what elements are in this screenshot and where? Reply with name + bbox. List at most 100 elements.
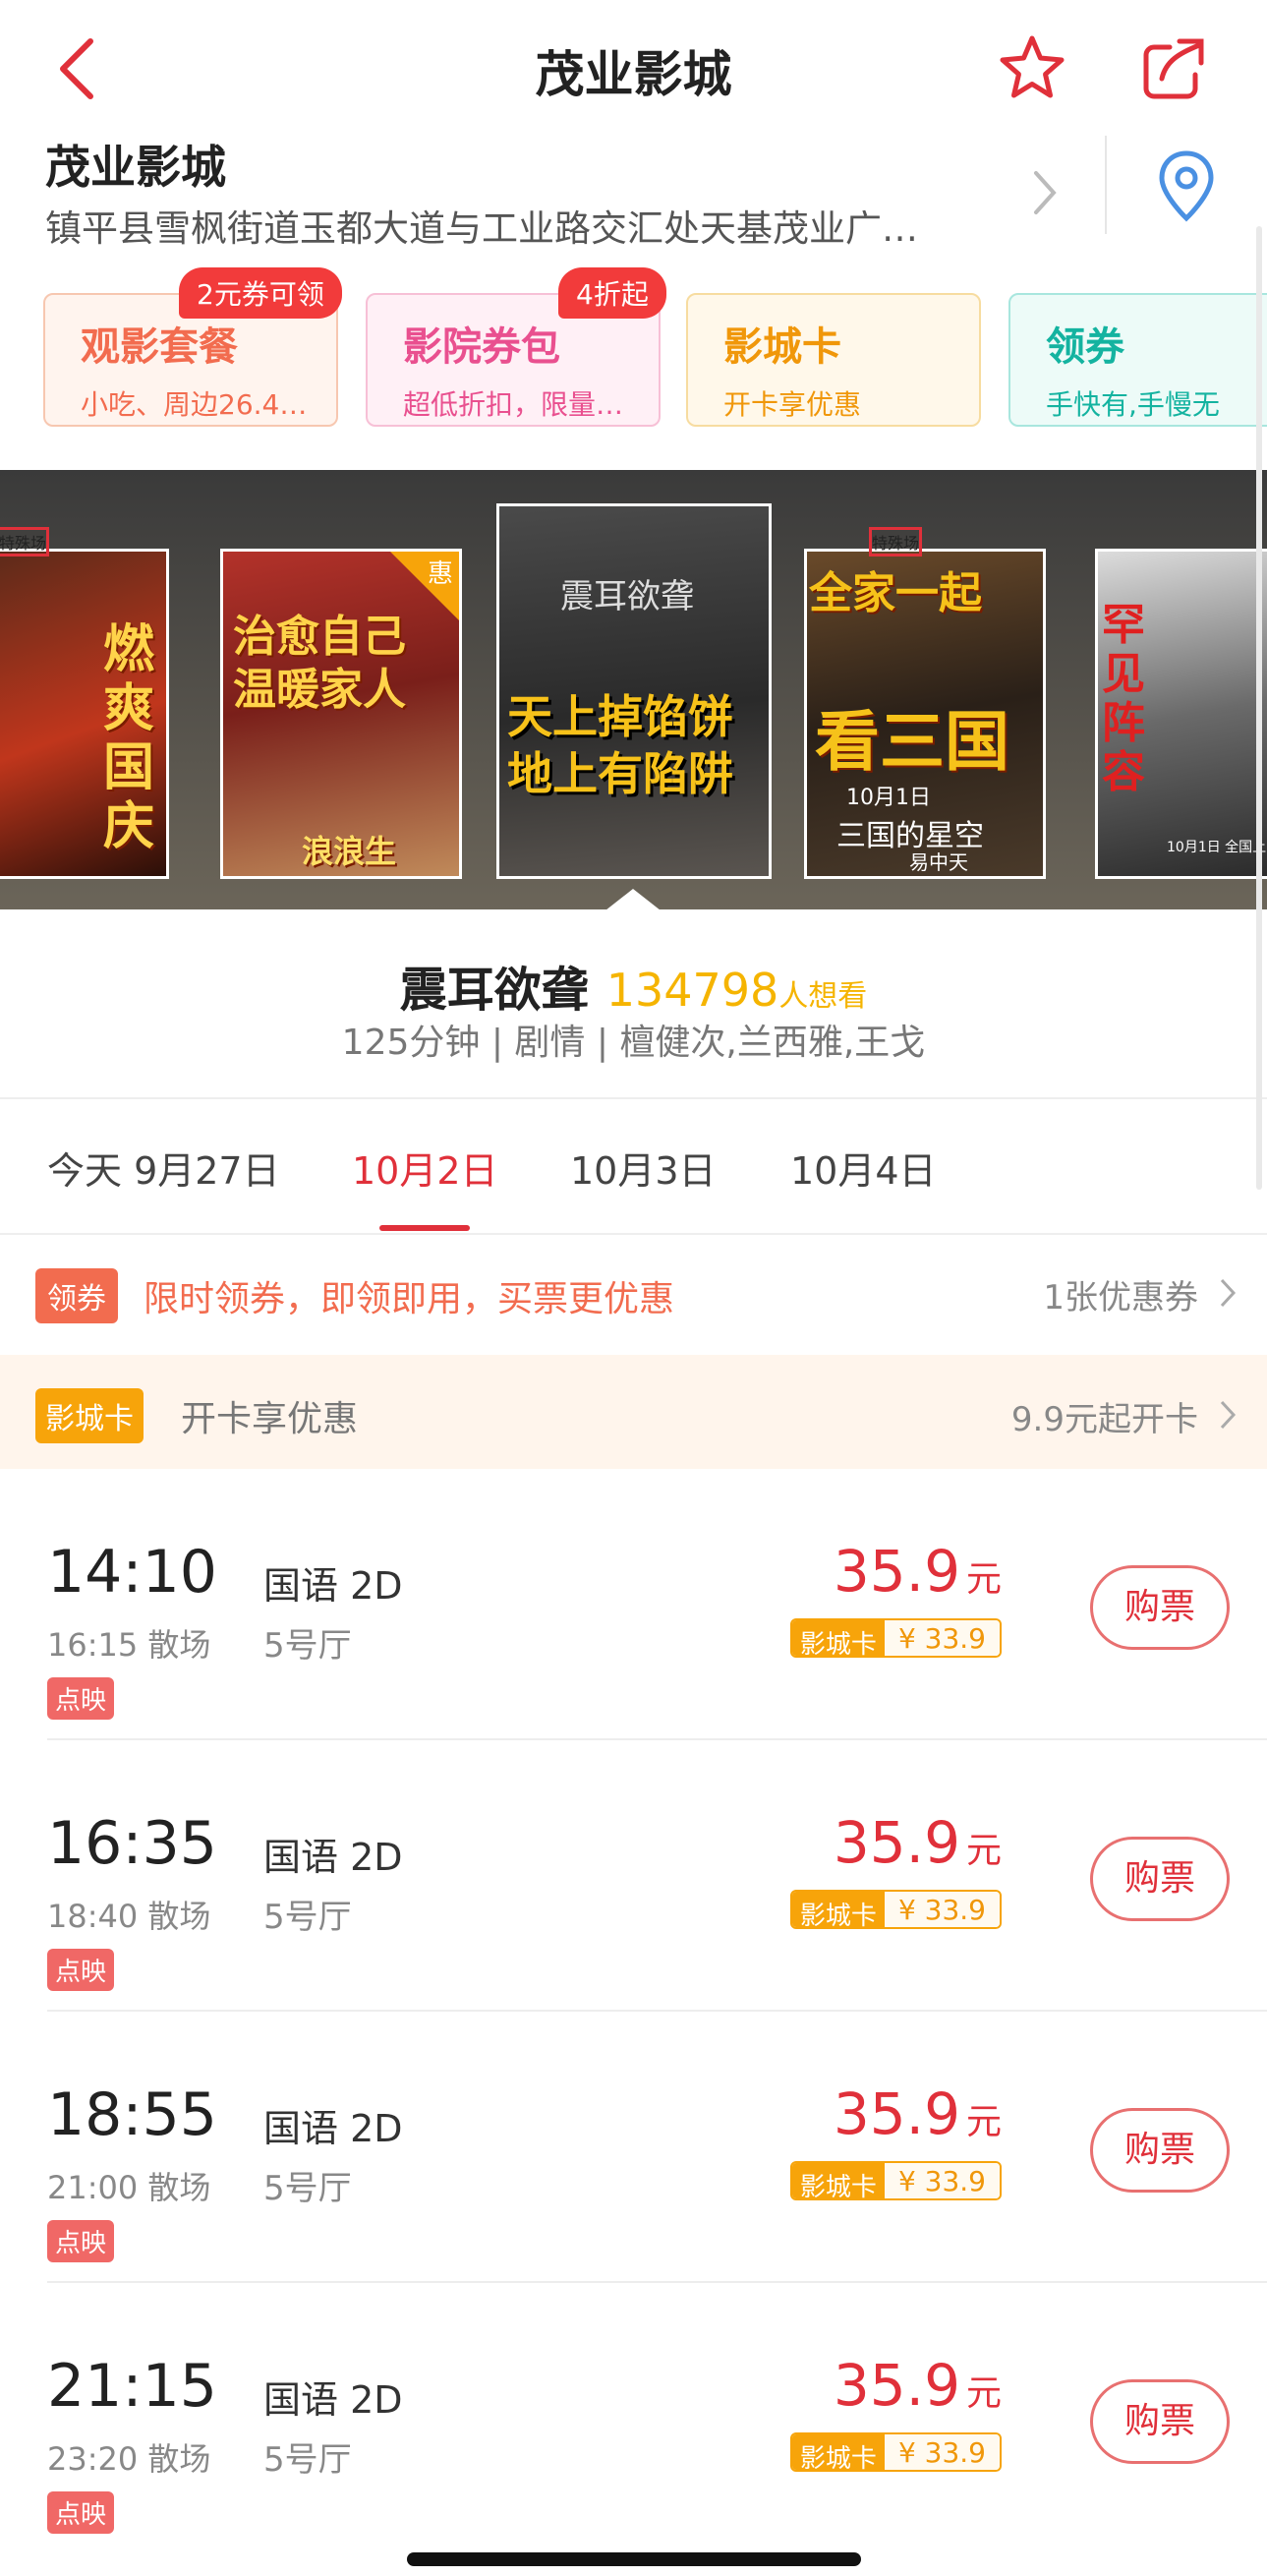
card-subtitle: 小吃、周边26.4…: [81, 388, 308, 421]
tab-date-oct2[interactable]: 10月2日: [352, 1141, 498, 1195]
poster-title-small: 震耳欲聋: [560, 577, 694, 616]
poster-movie-3-selected[interactable]: 震耳欲聋 天上掉馅饼 地上有陷阱: [496, 503, 772, 879]
buy-ticket-button[interactable]: 购票: [1090, 2108, 1230, 2193]
price-value: 35.9: [833, 1809, 960, 1876]
language-format: 国语 2D: [263, 2107, 403, 2150]
tab-date-today[interactable]: 今天 9月27日: [47, 1141, 280, 1195]
card-get-coupon[interactable]: 领券 手快有,手慢无: [1008, 293, 1267, 427]
cinema-card-tag: 影城卡: [35, 1388, 144, 1443]
poster-title: 罕见阵容: [1102, 600, 1145, 797]
poster-movie-1[interactable]: 燃爽国庆: [0, 549, 169, 879]
buy-ticket-button[interactable]: 购票: [1090, 1837, 1230, 1921]
showtime-row[interactable]: 18:55 21:00 散场 点映 国语 2D 5号厅 35.9 元 影城卡 ¥ 3…: [0, 2012, 1267, 2283]
buy-ticket-button[interactable]: 购票: [1090, 1565, 1230, 1650]
star-favorite-icon[interactable]: [998, 33, 1066, 102]
ticket-price: 35.9 元: [834, 2352, 1002, 2419]
movie-meta: 125分钟 | 剧情 | 檀健次,兰西雅,王戈: [341, 1023, 926, 1063]
home-indicator[interactable]: [407, 2552, 861, 2566]
cinema-card-text: 开卡享优惠: [181, 1399, 359, 1439]
page-title: 茂业影城: [535, 46, 732, 103]
poster-movie-4[interactable]: 全家一起 看三国 10月1日 三国的星空 易中天: [804, 549, 1046, 879]
start-time: 18:55: [47, 2080, 217, 2149]
ticket-price: 35.9 元: [834, 1809, 1002, 1876]
movie-title: 震耳欲聋: [399, 963, 589, 1018]
poster-date: 10月1日: [846, 786, 931, 810]
chevron-right-icon: [1220, 1400, 1237, 1430]
price-value: 35.9: [833, 2080, 960, 2147]
divider: [0, 1233, 1267, 1235]
poster-line2: 温暖家人: [233, 665, 406, 715]
preview-tag: 点映: [47, 1677, 115, 1720]
end-time: 23:20 散场: [47, 2440, 211, 2478]
cinema-name: 茂业影城: [45, 141, 226, 194]
cinema-card-price: 9.9元起开卡: [1010, 1400, 1198, 1439]
poster-slogan2: 地上有陷阱: [507, 747, 733, 800]
end-time: 21:00 散场: [47, 2169, 211, 2206]
vip-price: ¥ 33.9: [884, 1620, 1000, 1656]
discount-corner-label: 惠: [427, 559, 453, 589]
showtime-row[interactable]: 14:10 16:15 散场 点映 国语 2D 5号厅 35.9 元 影城卡 ¥ 3…: [0, 1469, 1267, 1740]
vip-price: ¥ 33.9: [884, 1892, 1000, 1927]
cinema-card-price-badge: 影城卡 ¥ 33.9: [789, 1618, 1002, 1658]
chevron-right-icon: [1220, 1278, 1237, 1308]
price-unit: 元: [965, 1559, 1002, 1600]
hall-name: 5号厅: [263, 1898, 352, 1937]
card-cinema-card[interactable]: 影城卡 开卡享优惠: [686, 293, 981, 427]
cinema-card-row[interactable]: 影城卡 开卡享优惠 9.9元起开卡: [0, 1355, 1267, 1469]
discount-badge: 4折起: [558, 267, 666, 319]
cinema-info[interactable]: 茂业影城 镇平县雪枫街道玉都大道与工业路交汇处天基茂业广…: [0, 128, 1267, 256]
vip-label: 影城卡: [791, 2163, 885, 2198]
vip-label: 影城卡: [791, 2434, 885, 2470]
special-screening-tag: 特殊场: [869, 527, 923, 556]
tab-date-oct3[interactable]: 10月3日: [570, 1141, 717, 1195]
cinema-address: 镇平县雪枫街道玉都大道与工业路交汇处天基茂业广…: [45, 207, 918, 250]
coupon-badge: 2元券可领: [179, 267, 342, 319]
language-format: 国语 2D: [263, 1836, 403, 1879]
coupon-count: 1张优惠券: [1043, 1278, 1198, 1317]
card-title: 观影套餐: [81, 324, 238, 370]
movie-info[interactable]: 震耳欲聋 134798人想看 125分钟 | 剧情 | 檀健次,兰西雅,王戈: [0, 909, 1267, 1096]
vip-label: 影城卡: [791, 1892, 885, 1927]
cinema-card-price-badge: 影城卡 ¥ 33.9: [789, 2161, 1002, 2200]
location-pin-icon[interactable]: [1158, 149, 1215, 224]
scrollbar[interactable]: [1256, 226, 1262, 1190]
vip-price: ¥ 33.9: [884, 2163, 1000, 2198]
poster-movie-5[interactable]: 罕见阵容 10月1日 全国上映: [1095, 549, 1267, 879]
poster-title: 燃爽国庆: [103, 619, 155, 856]
card-title: 影院券包: [403, 324, 560, 370]
want-label: 人想看: [778, 979, 868, 1014]
price-value: 35.9: [833, 1538, 960, 1605]
special-screening-tag: 特殊场: [0, 527, 50, 556]
poster-carousel[interactable]: 燃爽国庆 特殊场 治愈自己 温暖家人 浪浪生 惠 震耳欲聋 天上掉馅饼 地上有陷…: [0, 470, 1267, 909]
end-time: 18:40 散场: [47, 1898, 211, 1935]
poster-author: 易中天: [909, 850, 968, 874]
tab-date-oct4[interactable]: 10月4日: [790, 1141, 937, 1195]
active-tab-indicator: [379, 1225, 470, 1231]
showtime-row[interactable]: 21:15 23:20 散场 点映 国语 2D 5号厅 35.9 元 影城卡 ¥ 3…: [0, 2283, 1267, 2554]
share-icon[interactable]: [1140, 35, 1207, 102]
chevron-right-icon: [1034, 171, 1057, 214]
cinema-card-price-badge: 影城卡 ¥ 33.9: [789, 1890, 1002, 1929]
poster-movie-2[interactable]: 治愈自己 温暖家人 浪浪生 惠: [220, 549, 462, 879]
showtime-row[interactable]: 16:35 18:40 散场 点映 国语 2D 5号厅 35.9 元 影城卡 ¥ 3…: [0, 1740, 1267, 2012]
coupon-promo-row[interactable]: 领券 限时领券，即领即用，买票更优惠 1张优惠券: [0, 1237, 1267, 1355]
card-subtitle: 开卡享优惠: [723, 388, 862, 421]
preview-tag: 点映: [47, 2220, 115, 2262]
ticket-price: 35.9 元: [834, 1538, 1002, 1605]
date-tabs: 今天 9月27日 10月2日 10月3日 10月4日: [0, 1099, 1267, 1235]
language-format: 国语 2D: [263, 2378, 403, 2422]
coupon-tag: 领券: [35, 1268, 118, 1323]
price-value: 35.9: [833, 2352, 960, 2419]
divider: [1105, 136, 1107, 234]
buy-ticket-button[interactable]: 购票: [1090, 2379, 1230, 2464]
card-title: 领券: [1046, 324, 1124, 370]
selected-pointer: [605, 889, 661, 909]
price-unit: 元: [965, 2373, 1002, 2414]
poster-line3: 浪浪生: [302, 833, 397, 870]
preview-tag: 点映: [47, 1949, 115, 1991]
poster-line1: 全家一起: [809, 568, 982, 618]
price-unit: 元: [965, 2102, 1002, 2142]
cinema-card-price-badge: 影城卡 ¥ 33.9: [789, 2432, 1002, 2472]
ticket-price: 35.9 元: [834, 2080, 1002, 2147]
card-subtitle: 手快有,手慢无: [1046, 388, 1220, 421]
